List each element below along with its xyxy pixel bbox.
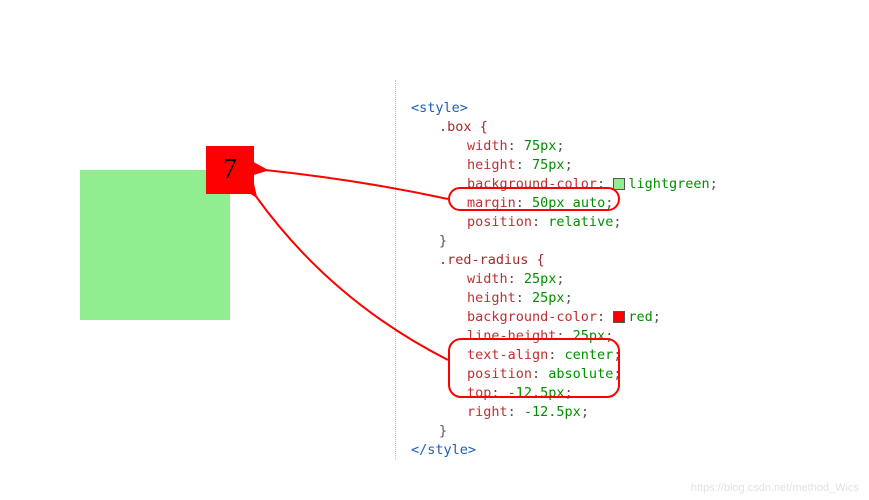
box-bg-key: background-color — [467, 176, 597, 192]
red-bg-key: background-color — [467, 309, 597, 325]
box-selector: .box { — [439, 118, 488, 137]
demo-preview: 7 — [60, 170, 320, 320]
red-ta-key: text-align — [467, 347, 548, 363]
box-height-val: 75px — [532, 157, 565, 173]
box-pos-val: relative — [548, 214, 613, 230]
red-right-val: -12.5px — [524, 404, 581, 420]
swatch-red-icon — [613, 311, 625, 323]
red-right-key: right — [467, 404, 508, 420]
red-selector: .red-radius { — [439, 251, 545, 270]
red-pos-key: position — [467, 366, 532, 382]
red-bg-val: red — [628, 309, 652, 325]
box-width-key: width — [467, 138, 508, 154]
red-badge: 7 — [206, 146, 254, 194]
red-width-val: 25px — [524, 271, 557, 287]
watermark: https://blog.csdn.net/method_Wics — [691, 482, 859, 494]
box-pos-key: position — [467, 214, 532, 230]
box-height-key: height — [467, 157, 516, 173]
red-lh-val: 25px — [573, 328, 606, 344]
code-block: <style> .box { width: 75px; height: 75px… — [395, 80, 718, 460]
badge-number: 7 — [223, 154, 237, 185]
box-bg-val: lightgreen — [628, 176, 709, 192]
red-pos-val: absolute — [548, 366, 613, 382]
red-height-key: height — [467, 290, 516, 306]
red-width-key: width — [467, 271, 508, 287]
red-height-val: 25px — [532, 290, 565, 306]
red-top-key: top — [467, 385, 491, 401]
box-close-brace: } — [439, 232, 447, 251]
box-margin-val: 50px auto — [532, 195, 605, 211]
style-close-tag: </style> — [411, 442, 476, 458]
box-margin-key: margin — [467, 195, 516, 211]
red-ta-val: center — [565, 347, 614, 363]
red-lh-key: line-height — [467, 328, 556, 344]
red-close-brace: } — [439, 422, 447, 441]
style-open-tag: <style> — [411, 100, 468, 116]
box-width-val: 75px — [524, 138, 557, 154]
red-top-val: -12.5px — [508, 385, 565, 401]
swatch-lightgreen-icon — [613, 178, 625, 190]
green-box: 7 — [80, 170, 230, 320]
